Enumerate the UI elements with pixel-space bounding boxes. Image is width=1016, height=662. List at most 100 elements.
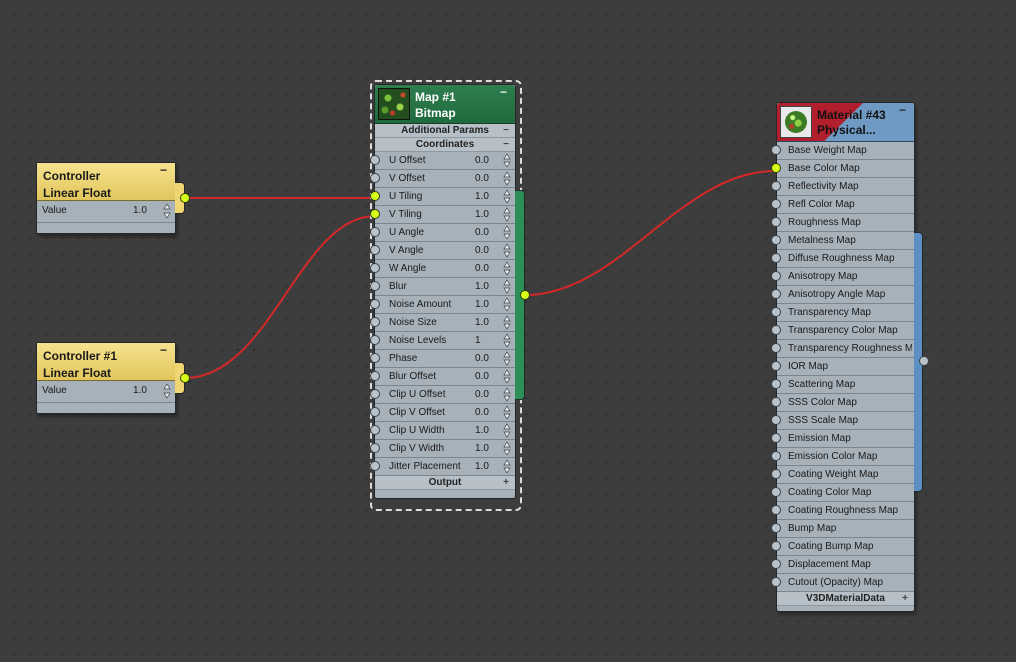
input-socket[interactable] — [771, 415, 781, 425]
rollout-additional-params[interactable]: Additional Params − — [375, 124, 515, 138]
collapse-icon[interactable]: − — [503, 124, 509, 137]
spinner-icon[interactable] — [503, 351, 511, 366]
param-value[interactable]: 1.0 — [475, 425, 489, 436]
param-value[interactable]: 1.0 — [475, 443, 489, 454]
input-socket[interactable] — [771, 181, 781, 191]
param-value[interactable]: 0.0 — [475, 263, 489, 274]
rollout-output[interactable]: Output + — [375, 476, 515, 490]
input-socket[interactable] — [771, 433, 781, 443]
controller-node-header[interactable]: Controller Linear Float − — [37, 163, 175, 201]
collapse-icon[interactable]: − — [160, 164, 167, 176]
spinner-icon[interactable] — [503, 243, 511, 258]
input-socket[interactable] — [771, 199, 781, 209]
controller-output-socket[interactable] — [180, 193, 190, 203]
param-value[interactable]: 1.0 — [133, 385, 147, 396]
input-socket[interactable] — [771, 271, 781, 281]
bitmap-output-socket[interactable] — [520, 290, 530, 300]
wire-bitmap-to-base-color[interactable] — [524, 170, 776, 296]
input-socket[interactable] — [370, 317, 380, 327]
input-socket[interactable] — [370, 227, 380, 237]
param-value[interactable]: 0.0 — [475, 353, 489, 364]
bitmap-node[interactable]: Map #1 Bitmap − Additional Params − Coor… — [370, 84, 516, 499]
param-value[interactable]: 0.0 — [475, 371, 489, 382]
input-socket[interactable] — [370, 155, 380, 165]
input-socket[interactable] — [771, 523, 781, 533]
spinner-icon[interactable] — [503, 189, 511, 204]
spinner-icon[interactable] — [503, 279, 511, 294]
input-socket[interactable] — [370, 407, 380, 417]
input-socket[interactable] — [771, 361, 781, 371]
input-socket[interactable] — [771, 145, 781, 155]
spinner-icon[interactable] — [503, 459, 511, 474]
input-socket[interactable] — [370, 281, 380, 291]
param-value[interactable]: 0.0 — [475, 155, 489, 166]
material-output-socket[interactable] — [919, 356, 929, 366]
param-value[interactable]: 1.0 — [475, 461, 489, 472]
input-socket[interactable] — [771, 577, 781, 587]
input-socket[interactable] — [771, 397, 781, 407]
input-socket[interactable] — [771, 451, 781, 461]
rollout-v3d-material-data[interactable]: V3DMaterialData + — [777, 592, 914, 606]
param-value[interactable]: 1.0 — [475, 191, 489, 202]
expand-icon[interactable]: + — [902, 592, 908, 605]
input-socket[interactable] — [771, 487, 781, 497]
input-socket[interactable] — [771, 559, 781, 569]
input-socket[interactable] — [771, 541, 781, 551]
rollout-coordinates[interactable]: Coordinates − — [375, 138, 515, 152]
input-socket[interactable] — [370, 443, 380, 453]
input-socket[interactable] — [771, 253, 781, 263]
input-socket[interactable] — [771, 343, 781, 353]
collapse-icon[interactable]: − — [503, 138, 509, 151]
spinner-icon[interactable] — [503, 369, 511, 384]
spinner-icon[interactable] — [503, 405, 511, 420]
input-socket[interactable] — [771, 217, 781, 227]
controller-1-node-header[interactable]: Controller #1 Linear Float − — [37, 343, 175, 381]
input-socket[interactable] — [370, 425, 380, 435]
param-value[interactable]: 1 — [475, 335, 481, 346]
param-value[interactable]: 1.0 — [475, 209, 489, 220]
spinner-icon[interactable] — [503, 153, 511, 168]
param-value[interactable]: 0.0 — [475, 227, 489, 238]
expand-icon[interactable]: + — [503, 476, 509, 489]
input-socket[interactable] — [771, 289, 781, 299]
param-value[interactable]: 1.0 — [133, 205, 147, 216]
bitmap-node-header[interactable]: Map #1 Bitmap − — [375, 85, 515, 124]
input-socket[interactable] — [771, 163, 781, 173]
controller-node[interactable]: Controller Linear Float − Value 1.0 — [36, 162, 176, 234]
input-socket[interactable] — [771, 307, 781, 317]
input-socket[interactable] — [370, 335, 380, 345]
input-socket[interactable] — [370, 245, 380, 255]
collapse-icon[interactable]: − — [899, 104, 906, 116]
input-socket[interactable] — [370, 389, 380, 399]
spinner-icon[interactable] — [503, 315, 511, 330]
input-socket[interactable] — [370, 371, 380, 381]
controller-1-node[interactable]: Controller #1 Linear Float − Value 1.0 — [36, 342, 176, 414]
spinner-icon[interactable] — [503, 423, 511, 438]
spinner-icon[interactable] — [503, 225, 511, 240]
controller-1-output-socket[interactable] — [180, 373, 190, 383]
collapse-icon[interactable]: − — [160, 344, 167, 356]
material-node-header[interactable]: Material #43 Physical... − — [777, 103, 914, 142]
param-value[interactable]: 1.0 — [475, 317, 489, 328]
param-value[interactable]: 0.0 — [475, 245, 489, 256]
input-socket[interactable] — [771, 325, 781, 335]
input-socket[interactable] — [370, 461, 380, 471]
input-socket[interactable] — [370, 209, 380, 219]
input-socket[interactable] — [370, 353, 380, 363]
param-value[interactable]: 1.0 — [475, 299, 489, 310]
spinner-icon[interactable] — [503, 207, 511, 222]
spinner-icon[interactable] — [503, 297, 511, 312]
spinner-icon[interactable] — [503, 261, 511, 276]
input-socket[interactable] — [771, 235, 781, 245]
collapse-icon[interactable]: − — [500, 86, 507, 98]
param-value[interactable]: 1.0 — [475, 281, 489, 292]
param-value[interactable]: 0.0 — [475, 173, 489, 184]
spinner-icon[interactable] — [163, 203, 171, 219]
material-node[interactable]: Material #43 Physical... − Base Weight M… — [771, 102, 915, 612]
wire-controller1-to-v-tiling[interactable] — [184, 215, 376, 379]
param-value[interactable]: 0.0 — [475, 407, 489, 418]
input-socket[interactable] — [370, 299, 380, 309]
input-socket[interactable] — [771, 505, 781, 515]
input-socket[interactable] — [370, 263, 380, 273]
spinner-icon[interactable] — [503, 333, 511, 348]
